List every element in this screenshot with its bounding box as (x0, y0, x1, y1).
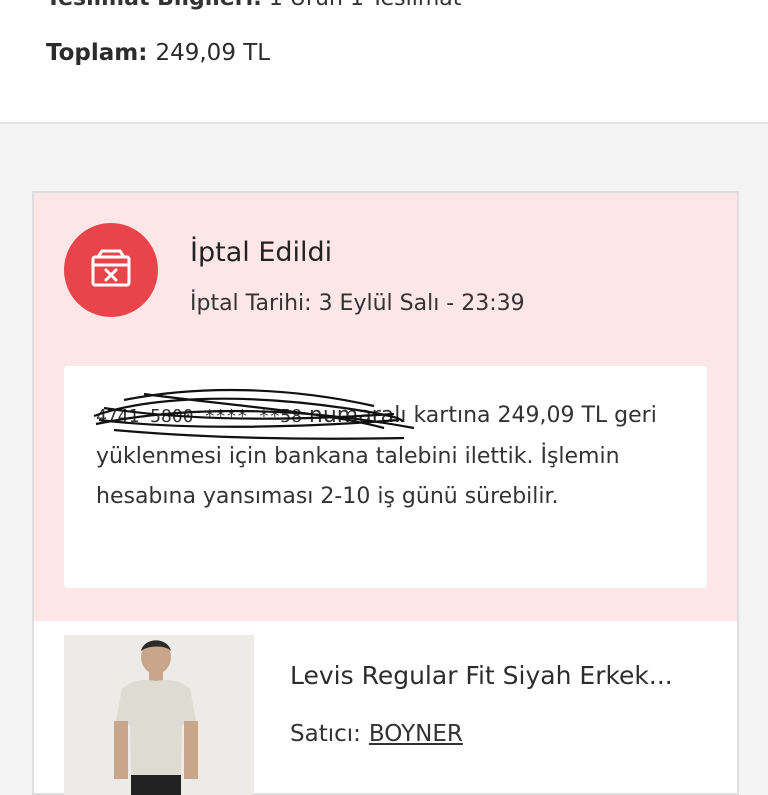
total-label: Toplam: (46, 40, 148, 66)
product-image[interactable] (64, 635, 254, 795)
delivery-info-label: Teslimat Bilgileri: (46, 0, 262, 11)
status-title: İptal Edildi (190, 237, 333, 268)
refund-info-box: 4741 5800 **** **58 numaralı kartına 249… (64, 366, 707, 588)
refund-info-text: 4741 5800 **** **58 numaralı kartına 249… (96, 396, 696, 517)
seller-link[interactable]: BOYNER (369, 721, 463, 747)
total-value: 249,09 TL (155, 40, 271, 66)
cancelled-box-icon (91, 249, 131, 287)
total-line: Toplam: 249,09 TL (46, 40, 270, 66)
seller-line: Satıcı: BOYNER (290, 721, 463, 747)
order-summary-card: Teslimat Bilgileri: 1 Ürün 1 Teslimat To… (0, 0, 768, 124)
status-section: İptal Edildi İptal Tarihi: 3 Eylül Salı … (34, 193, 737, 621)
card-number-masked: 4741 5800 **** **58 (96, 406, 302, 427)
delivery-info-cut: Teslimat Bilgileri: 1 Ürün 1 Teslimat (46, 0, 461, 11)
delivery-info-value: 1 Ürün 1 Teslimat (269, 0, 461, 11)
product-title[interactable]: Levis Regular Fit Siyah Erkek... (290, 661, 673, 690)
refund-text-card-suffix: numaralı kartına (308, 403, 491, 428)
seller-label: Satıcı: (290, 721, 361, 747)
cancel-date: İptal Tarihi: 3 Eylül Salı - 23:39 (190, 291, 525, 316)
status-badge (64, 223, 158, 317)
product-row[interactable]: Levis Regular Fit Siyah Erkek... Satıcı:… (34, 621, 737, 795)
cancelled-order-card: İptal Edildi İptal Tarihi: 3 Eylül Salı … (32, 191, 739, 795)
